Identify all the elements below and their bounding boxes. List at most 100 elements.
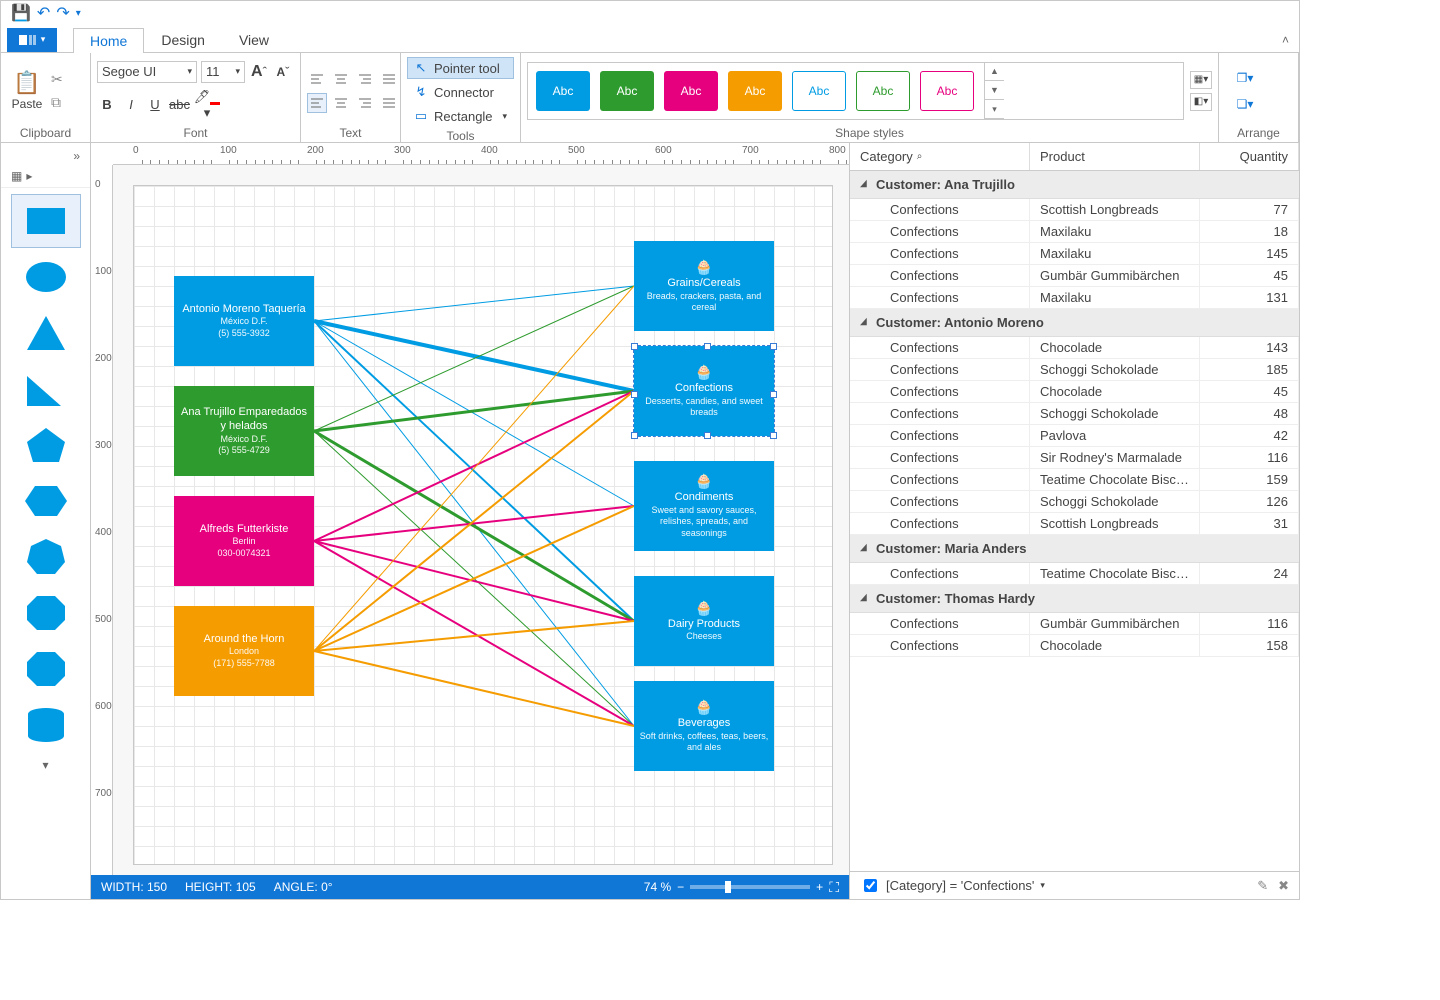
table-row[interactable]: ConfectionsSchoggi Schokolade185 (850, 359, 1299, 381)
shape-rect[interactable] (11, 194, 81, 248)
col-product[interactable]: Product (1030, 143, 1200, 170)
category-node[interactable]: 🧁Grains/CerealsBreads, crackers, pasta, … (634, 241, 774, 331)
bring-forward-button[interactable]: ❐▾ (1225, 67, 1265, 89)
group-row[interactable]: Customer: Ana Trujillo (850, 171, 1299, 199)
filter-icon[interactable]: ⌕ (917, 151, 923, 162)
style-swatch[interactable]: Abc (664, 71, 718, 111)
align-top-center[interactable] (331, 69, 351, 89)
category-node[interactable]: 🧁ConfectionsDesserts, candies, and sweet… (634, 346, 774, 436)
group-row[interactable]: Customer: Maria Anders (850, 535, 1299, 563)
send-backward-button[interactable]: ❏▾ (1225, 93, 1265, 115)
tab-home[interactable]: Home (73, 28, 144, 53)
style-gallery[interactable]: AbcAbcAbcAbcAbcAbcAbc▲▼▾ (527, 62, 1184, 120)
underline-button[interactable]: U (145, 97, 165, 112)
shapes-more-icon[interactable]: ▾ (11, 758, 81, 772)
table-row[interactable]: ConfectionsScottish Longbreads77 (850, 199, 1299, 221)
style-swatch[interactable]: Abc (728, 71, 782, 111)
style-swatch-outline[interactable]: Abc (792, 71, 846, 111)
bold-button[interactable]: B (97, 97, 117, 112)
shapes-collapse-icon[interactable]: » (1, 147, 90, 165)
save-icon[interactable]: 💾 (11, 6, 31, 22)
grow-font-icon[interactable]: Aˆ (249, 63, 269, 81)
customer-node[interactable]: Alfreds FutterkisteBerlin030-0074321 (174, 496, 314, 586)
shapes-category[interactable]: ▦▸ (1, 165, 90, 188)
zoom-out-icon[interactable]: − (677, 880, 684, 894)
gallery-up-icon[interactable]: ▲ (985, 62, 1004, 81)
italic-button[interactable]: I (121, 97, 141, 112)
table-row[interactable]: ConfectionsPavlova42 (850, 425, 1299, 447)
shape-pentagon[interactable] (11, 418, 81, 472)
align-bottom-left[interactable] (307, 93, 327, 113)
zoom-slider[interactable] (690, 885, 810, 889)
customer-node[interactable]: Around the HornLondon(171) 555-7788 (174, 606, 314, 696)
col-quantity[interactable]: Quantity (1200, 143, 1299, 170)
align-bottom-right[interactable] (355, 93, 375, 113)
table-row[interactable]: ConfectionsTeatime Chocolate Biscuits24 (850, 563, 1299, 585)
style-swatch[interactable]: Abc (536, 71, 590, 111)
pointer-tool[interactable]: ↖Pointer tool (407, 57, 514, 79)
customer-node[interactable]: Ana Trujillo Emparedados y heladosMéxico… (174, 386, 314, 476)
table-row[interactable]: ConfectionsSir Rodney's Marmalade116 (850, 447, 1299, 469)
collapse-ribbon-icon[interactable]: ˄ (1282, 33, 1289, 47)
table-row[interactable]: ConfectionsGumbär Gummibärchen45 (850, 265, 1299, 287)
customer-node[interactable]: Antonio Moreno TaqueríaMéxico D.F.(5) 55… (174, 276, 314, 366)
shape-cylinder[interactable] (11, 698, 81, 752)
table-row[interactable]: ConfectionsMaxilaku145 (850, 243, 1299, 265)
gallery-down-icon[interactable]: ▼ (985, 81, 1004, 100)
style-swatch-outline[interactable]: Abc (856, 71, 910, 111)
diagram-canvas[interactable]: 🧁Grains/CerealsBreads, crackers, pasta, … (113, 165, 849, 875)
copy-icon[interactable]: ⧉ (51, 94, 63, 111)
font-size-combo[interactable]: 11▾ (201, 61, 245, 83)
align-top-left[interactable] (307, 69, 327, 89)
shape-heptagon[interactable] (11, 530, 81, 584)
table-row[interactable]: ConfectionsSchoggi Schokolade48 (850, 403, 1299, 425)
tab-view[interactable]: View (222, 27, 286, 52)
filter-history-icon[interactable]: ▾ (1040, 880, 1045, 891)
undo-icon[interactable]: ↶ (37, 6, 50, 22)
gallery-more-icon[interactable]: ▾ (985, 100, 1004, 119)
table-row[interactable]: ConfectionsChocolade158 (850, 635, 1299, 657)
shape-fill-icon[interactable]: ◧▾ (1190, 93, 1212, 111)
table-row[interactable]: ConfectionsScottish Longbreads31 (850, 513, 1299, 535)
table-row[interactable]: ConfectionsChocolade45 (850, 381, 1299, 403)
align-top-justify[interactable] (379, 69, 399, 89)
paste-button[interactable]: 📋 Paste (7, 70, 47, 110)
table-row[interactable]: ConfectionsGumbär Gummibärchen116 (850, 613, 1299, 635)
style-swatch-outline[interactable]: Abc (920, 71, 974, 111)
group-row[interactable]: Customer: Antonio Moreno (850, 309, 1299, 337)
table-row[interactable]: ConfectionsMaxilaku18 (850, 221, 1299, 243)
filter-checkbox[interactable] (864, 879, 877, 892)
group-row[interactable]: Customer: Thomas Hardy (850, 585, 1299, 613)
col-category[interactable]: Category⌕ (850, 143, 1030, 170)
redo-icon[interactable]: ↷ (56, 6, 69, 22)
zoom-fit-icon[interactable]: ⛶ (829, 879, 839, 896)
edit-filter-icon[interactable]: ✎ (1257, 878, 1268, 894)
font-family-combo[interactable]: Segoe UI▾ (97, 61, 197, 83)
style-swatch[interactable]: Abc (600, 71, 654, 111)
table-row[interactable]: ConfectionsSchoggi Schokolade126 (850, 491, 1299, 513)
category-node[interactable]: 🧁Dairy ProductsCheeses (634, 576, 774, 666)
table-row[interactable]: ConfectionsChocolade143 (850, 337, 1299, 359)
align-bottom-center[interactable] (331, 93, 351, 113)
rectangle-tool[interactable]: ▭Rectangle▾ (407, 105, 514, 127)
shape-triangle[interactable] (11, 306, 81, 360)
zoom-in-icon[interactable]: + (816, 880, 823, 894)
table-row[interactable]: ConfectionsTeatime Chocolate Biscuits159 (850, 469, 1299, 491)
align-top-right[interactable] (355, 69, 375, 89)
theme-colors-icon[interactable]: ▦▾ (1190, 71, 1212, 89)
diagram-paper[interactable]: 🧁Grains/CerealsBreads, crackers, pasta, … (133, 185, 833, 865)
shape-rtriangle[interactable] (11, 362, 81, 416)
align-bottom-justify[interactable] (379, 93, 399, 113)
shape-hexagon[interactable] (11, 474, 81, 528)
cut-icon[interactable]: ✂ (51, 71, 63, 88)
category-node[interactable]: 🧁CondimentsSweet and savory sauces, reli… (634, 461, 774, 551)
font-color-button[interactable]: 🖊▾ (193, 89, 221, 121)
shape-ellipse[interactable] (11, 250, 81, 304)
clear-filter-icon[interactable]: ✖ (1278, 878, 1289, 894)
strike-button[interactable]: abc (169, 97, 189, 112)
file-menu-button[interactable]: ▾ (7, 28, 57, 52)
shape-octagon[interactable] (11, 586, 81, 640)
connector-tool[interactable]: ↯Connector (407, 81, 514, 103)
category-node[interactable]: 🧁BeveragesSoft drinks, coffees, teas, be… (634, 681, 774, 771)
shrink-font-icon[interactable]: Aˇ (273, 64, 293, 79)
